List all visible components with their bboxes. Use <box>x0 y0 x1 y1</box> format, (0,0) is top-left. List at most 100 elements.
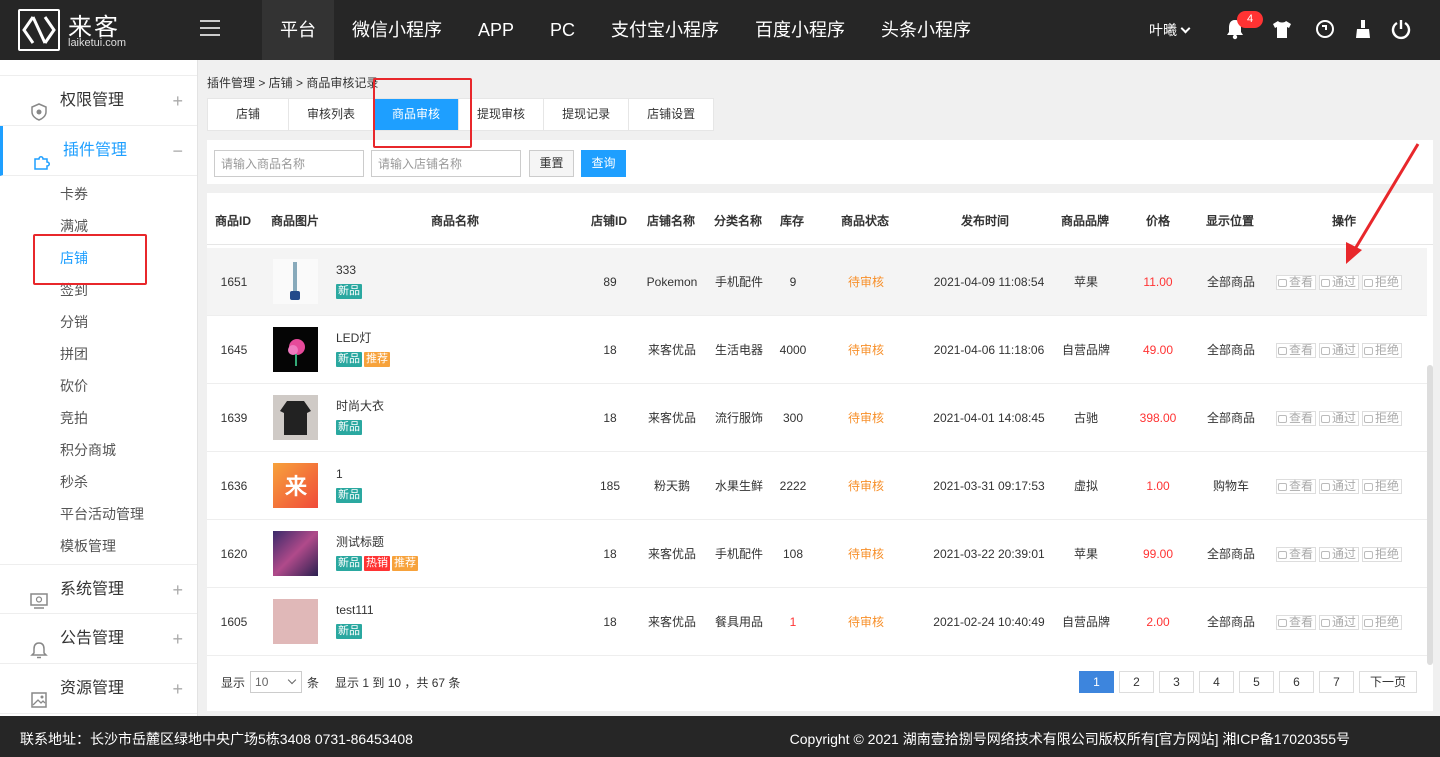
tab-withdraw-records[interactable]: 提现记录 <box>544 99 630 130</box>
store-id: 18 <box>603 615 617 629</box>
view-button[interactable]: 查看 <box>1276 479 1317 494</box>
sidebar-item-auction[interactable]: 竞拍 <box>0 402 197 434</box>
sidebar-item-discount[interactable]: 满减 <box>0 210 197 242</box>
page-6[interactable]: 6 <box>1279 671 1314 693</box>
sidebar-item-bargain[interactable]: 砍价 <box>0 370 197 402</box>
table-row[interactable]: 1620 测试标题 新品 热销 推荐 18 来客优品 手机配件 108 待审核 20… <box>207 520 1427 588</box>
product-name-input[interactable] <box>214 150 364 177</box>
table-row[interactable]: 1636 来 1 新品 185 粉天鹅 水果生鲜 2222 待审核 2021-0… <box>207 452 1427 520</box>
power-icon[interactable] <box>1390 18 1412 40</box>
product-thumbnail <box>273 259 318 304</box>
sidebar-item-template[interactable]: 模板管理 <box>0 530 197 562</box>
view-button[interactable]: 查看 <box>1276 343 1317 358</box>
menu-toggle-icon[interactable] <box>200 20 220 38</box>
brand-domain: laiketui.com <box>68 37 127 49</box>
reset-button[interactable]: 重置 <box>529 150 574 177</box>
sidebar-item-group-buy[interactable]: 拼团 <box>0 338 197 370</box>
page-5[interactable]: 5 <box>1239 671 1274 693</box>
sidebar-item-coupon[interactable]: 卡券 <box>0 178 197 210</box>
view-button[interactable]: 查看 <box>1276 275 1317 290</box>
product-tags: 新品 <box>336 418 364 435</box>
view-button[interactable]: 查看 <box>1276 411 1317 426</box>
display-position: 购物车 <box>1212 479 1249 493</box>
footer-copyright: Copyright © 2021 湖南壹拾捌号网络技术有限公司版权所有[官方网站… <box>789 731 1350 747</box>
tag-new: 新品 <box>336 556 362 571</box>
product-id: 1639 <box>220 411 248 425</box>
table-row[interactable]: 1651 333 新品 89 Pokemon 手机配件 9 待审核 2021-0… <box>207 248 1427 316</box>
table-row[interactable]: 1645 LED灯 新品 推荐 18 来客优品 生活电器 4000 待审核 202… <box>207 316 1427 384</box>
sidebar-item-platform-activity[interactable]: 平台活动管理 <box>0 498 197 530</box>
page-4[interactable]: 4 <box>1199 671 1234 693</box>
sidebar-item-flash-sale[interactable]: 秒杀 <box>0 466 197 498</box>
refresh-icon[interactable] <box>1314 18 1336 40</box>
reject-button[interactable]: 拒绝 <box>1362 615 1403 630</box>
page-1[interactable]: 1 <box>1079 671 1114 693</box>
store-name: 来客优品 <box>647 615 696 629</box>
sidebar-item-points-mall[interactable]: 积分商城 <box>0 434 197 466</box>
col-display-position: 显示位置 <box>1206 214 1255 228</box>
product-id: 1620 <box>220 547 248 561</box>
nav-alipay-mini[interactable]: 支付宝小程序 <box>593 0 737 60</box>
page-2[interactable]: 2 <box>1119 671 1154 693</box>
view-button[interactable]: 查看 <box>1276 615 1317 630</box>
approve-button[interactable]: 通过 <box>1319 275 1360 290</box>
table-body: 1651 333 新品 89 Pokemon 手机配件 9 待审核 2021-0… <box>207 248 1433 656</box>
table-row[interactable]: 1605 test111 新品 18 来客优品 餐具用品 1 待审核 2021-… <box>207 588 1427 656</box>
stock: 300 <box>782 411 804 425</box>
view-button[interactable]: 查看 <box>1276 547 1317 562</box>
next-page-button[interactable]: 下一页 <box>1359 671 1417 693</box>
category-name: 生活电器 <box>714 343 763 357</box>
nav-baidu-mini[interactable]: 百度小程序 <box>737 0 863 60</box>
status-badge: 待审核 <box>847 479 884 493</box>
page-3[interactable]: 3 <box>1159 671 1194 693</box>
sidebar-item-distribution[interactable]: 分销 <box>0 306 197 338</box>
page-7[interactable]: 7 <box>1319 671 1354 693</box>
clean-icon[interactable] <box>1352 18 1374 40</box>
approve-button[interactable]: 通过 <box>1319 479 1360 494</box>
col-brand: 商品品牌 <box>1061 214 1110 228</box>
reject-button[interactable]: 拒绝 <box>1362 411 1403 426</box>
sidebar-item-store[interactable]: 店铺 <box>0 242 197 274</box>
reject-button[interactable]: 拒绝 <box>1362 479 1403 494</box>
sidebar-group-resources[interactable]: 资源管理 + <box>0 664 197 714</box>
store-name: 来客优品 <box>647 343 696 357</box>
tab-product-review[interactable]: 商品审核 <box>374 99 460 130</box>
sidebar-group-plugins[interactable]: 插件管理 − <box>0 126 197 176</box>
publish-time: 2021-04-01 14:08:45 <box>933 411 1045 425</box>
status-badge: 待审核 <box>847 411 884 425</box>
sidebar-group-announcements[interactable]: 公告管理 + <box>0 614 197 664</box>
user-menu[interactable]: 叶曦 <box>1149 20 1191 40</box>
nav-wechat-mini[interactable]: 微信小程序 <box>334 0 460 60</box>
tab-store[interactable]: 店铺 <box>208 99 290 130</box>
nav-pc[interactable]: PC <box>532 0 593 60</box>
nav-toutiao-mini[interactable]: 头条小程序 <box>863 0 989 60</box>
product-thumbnail <box>273 395 318 440</box>
image-icon <box>30 680 48 708</box>
table-row[interactable]: 1639 时尚大衣 新品 18 来客优品 流行服饰 300 待审核 2021-0… <box>207 384 1427 452</box>
nav-platform[interactable]: 平台 <box>262 0 334 60</box>
store-name-input[interactable] <box>371 150 521 177</box>
bell-icon <box>30 630 48 659</box>
nav-app[interactable]: APP <box>460 0 532 60</box>
unit-label: 条 <box>307 675 320 690</box>
approve-button[interactable]: 通过 <box>1319 615 1360 630</box>
table-scrollbar[interactable] <box>1427 365 1433 665</box>
query-button[interactable]: 查询 <box>581 150 626 177</box>
approve-button[interactable]: 通过 <box>1319 343 1360 358</box>
reject-button[interactable]: 拒绝 <box>1362 275 1403 290</box>
tab-withdraw-review[interactable]: 提现审核 <box>459 99 545 130</box>
product-thumbnail <box>273 599 318 644</box>
sidebar-group-permissions[interactable]: 权限管理 + <box>0 76 197 126</box>
reject-button[interactable]: 拒绝 <box>1362 343 1403 358</box>
reject-icon <box>1364 346 1374 355</box>
tab-review-list[interactable]: 审核列表 <box>289 99 375 130</box>
page-size-select[interactable]: 10 <box>250 671 303 693</box>
reject-icon <box>1364 550 1374 559</box>
sidebar-group-system[interactable]: 系统管理 + <box>0 564 197 614</box>
approve-button[interactable]: 通过 <box>1319 411 1360 426</box>
reject-button[interactable]: 拒绝 <box>1362 547 1403 562</box>
sidebar-item-signin[interactable]: 签到 <box>0 274 197 306</box>
approve-button[interactable]: 通过 <box>1319 547 1360 562</box>
tab-store-settings[interactable]: 店铺设置 <box>629 99 713 130</box>
shirt-icon[interactable] <box>1271 18 1293 40</box>
